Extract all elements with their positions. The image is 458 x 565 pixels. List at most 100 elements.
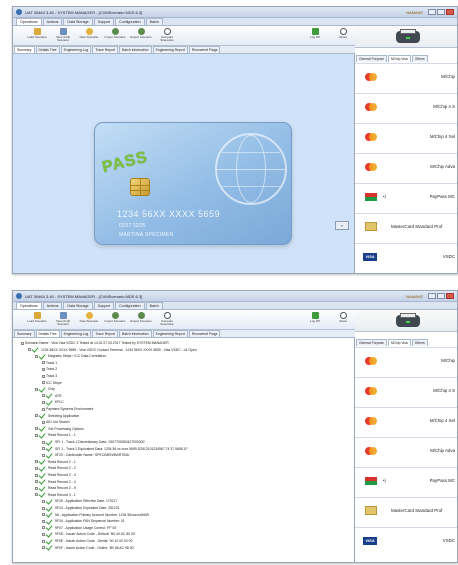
tree-node[interactable]: SFI 1 - Track 1 Discretionary Data: '020…	[42, 439, 145, 445]
load-scenario-button[interactable]: Load Scenario	[25, 27, 49, 45]
menu-tab-support[interactable]: Support	[93, 18, 115, 25]
menu-tab-actions[interactable]: Actions	[42, 302, 63, 309]
close-button[interactable]	[446, 293, 454, 299]
profile-item-mchip-4s[interactable]: M/Chip 4 S	[355, 377, 457, 407]
tab-mchip-visa[interactable]: MChip Visa	[387, 339, 411, 346]
tab-details-tree[interactable]: Details Tree	[35, 46, 60, 53]
profile-item-mchip-4-sel[interactable]: M/Chip 4 Sel	[355, 123, 457, 153]
expand-toggle-icon[interactable]	[42, 361, 45, 365]
maximize-button[interactable]	[437, 9, 445, 15]
close-button[interactable]	[446, 9, 454, 15]
tree-node[interactable]: 9F0D - Issuer Action Code - Default: 'B0…	[42, 531, 135, 537]
tab-trace-report[interactable]: Trace Report	[92, 46, 118, 53]
tab-engineering-report[interactable]: Engineering Report	[152, 330, 188, 337]
expand-toggle-icon[interactable]	[42, 381, 45, 385]
menu-tab-actions[interactable]: Actions	[42, 18, 63, 25]
profile-item-mchip-adva[interactable]: M/Chip Adva	[355, 153, 457, 183]
tab-mchip-visa[interactable]: MChip Visa	[387, 55, 411, 62]
tab-engineering-log[interactable]: Engineering Log	[60, 330, 92, 337]
minimize-button[interactable]	[428, 293, 436, 299]
expand-toggle-icon[interactable]	[21, 341, 24, 345]
tree-node[interactable]: ATR	[42, 393, 62, 399]
tree-node[interactable]: AID List Search	[42, 419, 70, 425]
scroll-right-button[interactable]: »	[335, 221, 349, 230]
tab-summary[interactable]: Summary	[14, 46, 35, 53]
tree-node[interactable]: Magnetic Stripe / ICC Data Correlation	[35, 353, 106, 359]
menu-tab-operations[interactable]: Operations	[16, 302, 42, 309]
import-scenario-button[interactable]: Import Scenario	[103, 27, 127, 45]
tab-others[interactable]: Others	[411, 339, 428, 346]
menu-tab-support[interactable]: Support	[93, 302, 115, 309]
expand-toggle-icon[interactable]	[42, 440, 45, 444]
tab-summary[interactable]: Summary	[14, 330, 35, 337]
profile-item-mchip-adva[interactable]: M/Chip Adva	[355, 437, 457, 467]
new-scenario-button[interactable]: New Scenario	[77, 311, 101, 329]
export-scenario-button[interactable]: Export Scenario	[129, 311, 153, 329]
about-button[interactable]: About	[331, 311, 355, 329]
tree-node[interactable]: ICC Stripe	[42, 380, 62, 386]
new-scenario-button[interactable]: New Scenario	[77, 27, 101, 45]
export-scenario-button[interactable]: Export Scenario	[129, 27, 153, 45]
tree-node[interactable]: 5F24 - Application Expiration Date: 2512…	[42, 505, 119, 511]
tree-node[interactable]: 5F25 - Application Effective Date: 17021…	[42, 498, 117, 504]
compare-scenarios-button[interactable]: Compare Scenarios	[155, 311, 179, 329]
tree-node[interactable]: Payment Systems Environment	[42, 406, 93, 412]
profile-item-mchip[interactable]: M/Chip	[355, 63, 457, 93]
tree-node[interactable]: 9F0E - Issuer Action Code - Denial: '00 …	[42, 538, 133, 544]
tab-batch-information[interactable]: Batch Information	[118, 330, 152, 337]
expand-toggle-icon[interactable]	[42, 506, 45, 510]
profile-item-mchip[interactable]: M/Chip	[355, 347, 457, 377]
expand-toggle-icon[interactable]	[42, 539, 45, 543]
view-scenario-button[interactable]: View (Full) Scenario	[51, 27, 75, 45]
tab-engineering-report[interactable]: Engineering Report	[152, 46, 188, 53]
log-off-button[interactable]: Log Off	[303, 27, 327, 45]
profile-item-vsdc[interactable]: VISA VSDC	[355, 527, 457, 557]
tab-recovered-flags[interactable]: Recovered Flags	[188, 330, 221, 337]
tree-node[interactable]: 1234 56XX XXXX 5659 - Visa VSDC Contact …	[28, 347, 197, 353]
tree-node[interactable]: Track 3	[42, 373, 57, 379]
profile-item-mchip-4s[interactable]: M/Chip 4 S	[355, 93, 457, 123]
expand-toggle-icon[interactable]	[42, 374, 45, 378]
expand-toggle-icon[interactable]	[42, 407, 45, 411]
expand-toggle-icon[interactable]	[35, 473, 38, 477]
tree-node[interactable]: EPLC	[42, 399, 64, 405]
profile-item-mastercard-standard[interactable]: MasterCard Standard Prof	[355, 213, 457, 243]
tab-general-purpose[interactable]: General Purpose	[356, 339, 387, 346]
profile-item-paypass-mc[interactable]: •) PayPass MC	[355, 183, 457, 213]
tree-node[interactable]: Track 1	[42, 360, 57, 366]
compare-scenarios-button[interactable]: Compare Scenarios	[155, 27, 179, 45]
menu-tab-operations[interactable]: Operations	[16, 18, 42, 25]
minimize-button[interactable]	[428, 9, 436, 15]
about-button[interactable]: About	[331, 27, 355, 45]
expand-toggle-icon[interactable]	[42, 367, 45, 371]
log-off-button[interactable]: Log Off	[303, 311, 327, 329]
tree-node[interactable]: Track 2	[42, 366, 57, 372]
tab-details-tree[interactable]: Details Tree	[35, 330, 60, 337]
tree-node[interactable]: 5A - Application Primary Account Number:…	[42, 512, 149, 518]
tree-node[interactable]: Scenario Name : Visa Visa VSDC 3 Tested …	[21, 340, 169, 346]
tree-node[interactable]: Read Record 1 - 1	[35, 432, 76, 438]
tab-batch-information[interactable]: Batch Information	[118, 46, 152, 53]
tree-node[interactable]: Selecting Application	[35, 413, 79, 419]
menu-tab-configuration[interactable]: Configuration	[115, 302, 145, 309]
tree-node[interactable]: SFI 1 - Track 2 Equivalent Data: 1234 56…	[42, 446, 188, 452]
tree-node[interactable]: Read Record 2 - 4	[35, 479, 76, 485]
menu-tab-data-storage[interactable]: Data Storage	[63, 302, 93, 309]
profile-item-mastercard-standard[interactable]: MasterCard Standard Prof	[355, 497, 457, 527]
import-scenario-button[interactable]: Import Scenario	[103, 311, 127, 329]
tab-others[interactable]: Others	[411, 55, 428, 62]
menu-tab-batch[interactable]: Batch	[145, 18, 163, 25]
tab-general-purpose[interactable]: General Purpose	[356, 55, 387, 62]
view-scenario-button[interactable]: View (Full) Scenario	[51, 311, 75, 329]
maximize-button[interactable]	[437, 293, 445, 299]
tree-node[interactable]: 9F0F - Issuer Action Code - Online: 'B0 …	[42, 545, 134, 551]
profile-item-vsdc[interactable]: VISA VSDC	[355, 243, 457, 273]
menu-tab-data-storage[interactable]: Data Storage	[63, 18, 93, 25]
tree-node[interactable]: Read Record 2 - 2	[35, 465, 76, 471]
tree-node[interactable]: 9F07 - Application Usage Control: 'FF 00…	[42, 525, 117, 531]
tab-trace-report[interactable]: Trace Report	[92, 330, 118, 337]
tab-engineering-log[interactable]: Engineering Log	[60, 46, 92, 53]
tree-node[interactable]: 5F34 - Application PAN Sequence Number: …	[42, 518, 125, 524]
profile-item-mchip-4-sel[interactable]: M/Chip 4 Sel	[355, 407, 457, 437]
tree-node[interactable]: Read Record 3 - 1	[35, 492, 76, 498]
